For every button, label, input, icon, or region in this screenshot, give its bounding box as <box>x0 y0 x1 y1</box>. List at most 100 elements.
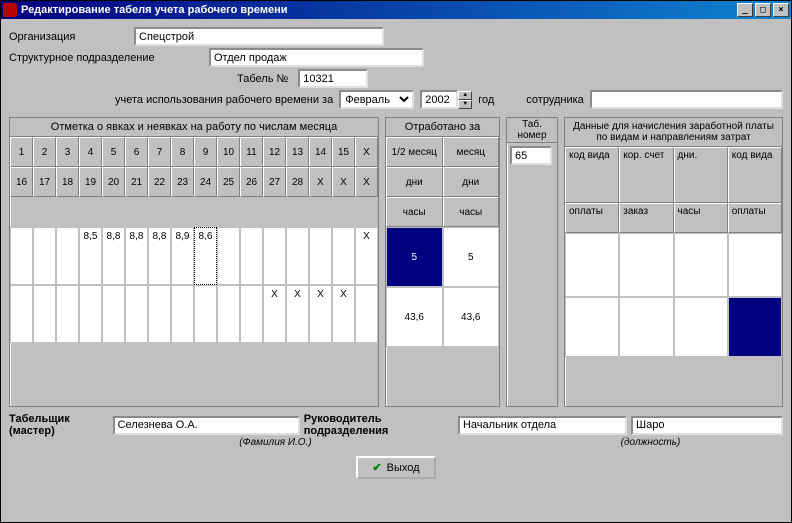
attendance-head-row1: 123456789101112131415X <box>10 137 378 167</box>
year-up-button[interactable]: ▲ <box>458 91 472 100</box>
att-data-cell[interactable] <box>263 227 286 285</box>
att-data-cell[interactable]: 8,8 <box>125 227 148 285</box>
att-data-cell[interactable] <box>148 285 171 343</box>
att-head-cell: 9 <box>194 137 217 167</box>
pay-h-hours: часы <box>674 203 728 233</box>
pay-d2[interactable] <box>619 233 673 297</box>
pay-d6[interactable] <box>619 297 673 357</box>
att-data-cell[interactable]: X <box>263 285 286 343</box>
att-data-cell[interactable] <box>217 285 240 343</box>
worked-days-month[interactable]: 5 <box>443 227 500 287</box>
att-head-cell: 4 <box>79 137 102 167</box>
pay-d4[interactable] <box>728 233 782 297</box>
period-label: учета использования рабочего времени за <box>115 94 333 106</box>
att-data-cell[interactable]: 8,8 <box>148 227 171 285</box>
att-data-cell[interactable] <box>355 285 378 343</box>
org-label: Организация <box>9 31 134 43</box>
close-button[interactable]: × <box>773 3 789 17</box>
pay-h-code1: код вида <box>565 147 619 203</box>
app-icon <box>3 3 17 17</box>
payroll-panel: Данные для начисления заработной платы п… <box>564 117 783 407</box>
attendance-head-row2: 16171819202122232425262728XXX <box>10 167 378 197</box>
att-data-cell[interactable]: 8,9 <box>171 227 194 285</box>
att-data-cell[interactable] <box>33 227 56 285</box>
att-data-cell[interactable] <box>10 227 33 285</box>
att-data-cell[interactable] <box>217 227 240 285</box>
att-head-cell: 10 <box>217 137 240 167</box>
att-data-cell[interactable]: X <box>355 227 378 285</box>
org-input[interactable] <box>134 27 384 46</box>
att-data-cell[interactable]: X <box>286 285 309 343</box>
tabel-no-input[interactable] <box>298 69 368 88</box>
maximize-button[interactable]: □ <box>755 3 771 17</box>
attendance-title: Отметка о явках и неявках на работу по ч… <box>10 118 378 137</box>
year-input[interactable] <box>420 90 458 109</box>
worked-days-half[interactable]: 5 <box>386 227 443 287</box>
employee-label: сотрудника <box>526 94 583 106</box>
att-data-cell[interactable]: 8,6 <box>194 227 217 285</box>
pay-d8-selected[interactable] <box>728 297 782 357</box>
att-data-cell[interactable] <box>56 227 79 285</box>
year-suffix-label: год <box>478 94 494 106</box>
minimize-button[interactable]: _ <box>737 3 753 17</box>
att-data-cell[interactable] <box>240 227 263 285</box>
dept-head-label: Руководитель подразделения <box>304 413 454 437</box>
att-data-cell[interactable] <box>194 285 217 343</box>
att-head-cell: 17 <box>33 167 56 197</box>
att-data-cell[interactable]: X <box>309 285 332 343</box>
att-data-cell[interactable] <box>171 285 194 343</box>
att-head-cell: 20 <box>102 167 125 197</box>
att-data-cell[interactable] <box>56 285 79 343</box>
att-data-cell[interactable] <box>309 227 332 285</box>
att-head-cell: 21 <box>125 167 148 197</box>
att-head-cell: 26 <box>240 167 263 197</box>
tabnum-panel: Таб. номер <box>506 117 558 407</box>
pay-h-code2: код вида <box>728 147 782 203</box>
dept-label: Структурное подразделение <box>9 52 209 64</box>
pay-h-pay2: оплаты <box>728 203 782 233</box>
att-data-cell[interactable] <box>79 285 102 343</box>
att-head-cell: 6 <box>125 137 148 167</box>
att-data-cell[interactable] <box>10 285 33 343</box>
tabnum-title: Таб. номер <box>507 118 557 143</box>
att-head-cell: 18 <box>56 167 79 197</box>
month-select[interactable]: Февраль <box>339 90 414 109</box>
worked-h-month: месяц <box>443 137 500 167</box>
att-head-cell: 5 <box>102 137 125 167</box>
att-data-cell[interactable] <box>102 285 125 343</box>
pay-h-pay1: оплаты <box>565 203 619 233</box>
app-window: Редактирование табеля учета рабочего вре… <box>0 0 792 523</box>
pay-d5[interactable] <box>565 297 619 357</box>
dept-head-post-input[interactable] <box>458 416 627 435</box>
att-head-cell: 3 <box>56 137 79 167</box>
employee-input[interactable] <box>590 90 783 109</box>
check-icon: ✔ <box>372 461 381 474</box>
pay-d7[interactable] <box>674 297 728 357</box>
att-data-cell[interactable] <box>125 285 148 343</box>
exit-button[interactable]: ✔ Выход <box>356 456 435 479</box>
dept-input[interactable] <box>209 48 424 67</box>
worked-hours-month[interactable]: 43,6 <box>443 287 500 347</box>
worked-hours-half[interactable]: 43,6 <box>386 287 443 347</box>
attendance-data-row1: 8,58,88,88,88,98,6X <box>10 227 378 285</box>
worked-h-hours2: часы <box>443 197 500 227</box>
att-data-cell[interactable] <box>332 227 355 285</box>
year-down-button[interactable]: ▼ <box>458 100 472 109</box>
timekeeper-input[interactable] <box>113 416 300 435</box>
att-data-cell[interactable] <box>286 227 309 285</box>
att-data-cell[interactable]: 8,8 <box>102 227 125 285</box>
att-data-cell[interactable]: 8,5 <box>79 227 102 285</box>
worked-panel: Отработано за 1/2 месяц месяц дни дни ча… <box>385 117 500 407</box>
att-head-cell: X <box>309 167 332 197</box>
pay-d1[interactable] <box>565 233 619 297</box>
tabnum-input[interactable] <box>510 146 552 165</box>
att-data-cell[interactable]: X <box>332 285 355 343</box>
att-head-cell: 12 <box>263 137 286 167</box>
exit-label: Выход <box>387 462 420 474</box>
pay-d3[interactable] <box>674 233 728 297</box>
att-data-cell[interactable] <box>33 285 56 343</box>
att-head-cell: 22 <box>148 167 171 197</box>
att-head-cell: 27 <box>263 167 286 197</box>
att-data-cell[interactable] <box>240 285 263 343</box>
dept-head-name-input[interactable] <box>631 416 783 435</box>
